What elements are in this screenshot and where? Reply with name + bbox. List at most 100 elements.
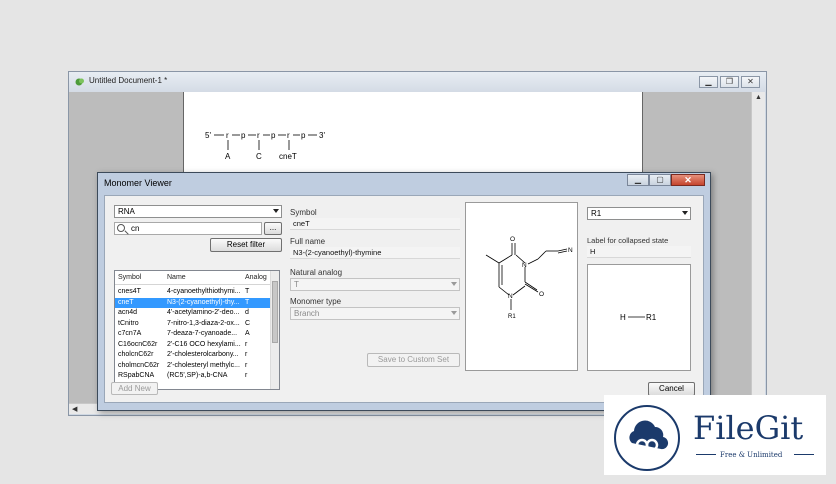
full-name-label: Full name xyxy=(290,237,326,246)
table-row[interactable]: RSpabCNA (RC5',SP)-a,b-CNA r xyxy=(115,371,271,382)
row-symbol: C16ocnC62r xyxy=(118,340,158,348)
row-symbol: acn4d xyxy=(118,309,138,316)
full-name-field[interactable]: N3-(2-cyanoethyl)-thymine xyxy=(290,247,460,259)
monomer-table[interactable]: Symbol Name Analog cnes4T 4-cyanoethylth… xyxy=(114,270,280,390)
minimize-button[interactable]: ▁ xyxy=(699,76,718,88)
table-row[interactable]: acn4d 4'-acetylamino-2'-deo... d xyxy=(115,308,271,319)
base-label-a: A xyxy=(225,152,231,161)
polymer-type-select[interactable]: RNA xyxy=(114,205,282,218)
column-header-symbol[interactable]: Symbol xyxy=(118,271,166,285)
add-new-button[interactable]: Add New xyxy=(111,382,158,395)
base-label-c: C xyxy=(256,152,262,161)
table-header: Symbol Name Analog xyxy=(115,271,271,285)
r-group-select[interactable]: R1 xyxy=(587,207,691,220)
molecule-structure: O N O N N R1 xyxy=(485,236,573,320)
table-row[interactable]: c7cn7A 7-deaza-7-cyanoade... A xyxy=(115,329,271,340)
row-analog: d xyxy=(245,309,249,316)
atom-r1: R1 xyxy=(508,314,516,320)
monomer-type-select[interactable]: Branch xyxy=(290,307,460,320)
row-symbol: tCnitro xyxy=(118,319,139,327)
r-group-structure: H R1 xyxy=(587,264,691,371)
backbone-r-1: r xyxy=(226,131,229,140)
atom-o1: O xyxy=(510,236,515,243)
tagline-rule-left xyxy=(696,454,716,455)
natural-analog-value: T xyxy=(294,280,299,289)
row-analog: C xyxy=(245,319,251,327)
atom-n1: N xyxy=(522,262,527,269)
cancel-button[interactable]: Cancel xyxy=(648,382,695,396)
document-titlebar: Untitled Document-1 * ▁ ❐ ✕ xyxy=(69,72,766,92)
collapsed-state-field[interactable]: H xyxy=(587,246,691,258)
search-value: cn xyxy=(131,224,140,233)
chevron-down-icon xyxy=(273,209,279,213)
scroll-left-icon[interactable]: ◀ xyxy=(72,405,77,413)
r-group-drawing: H R1 xyxy=(620,313,657,322)
table-row[interactable]: cholmcnC62r 2'-cholesteryl methylc... r xyxy=(115,361,271,372)
table-row[interactable]: tCnitro 7-nitro-1,3-diaza-2-ox... C xyxy=(115,319,271,330)
row-symbol: cneT xyxy=(118,298,134,306)
row-name: 2'-cholesterolcarbony... xyxy=(167,351,239,358)
search-input[interactable]: cn xyxy=(114,222,262,235)
symbol-label: Symbol xyxy=(290,208,317,217)
row-name: (RC5',SP)-a,b-CNA xyxy=(167,372,228,379)
atom-o2: O xyxy=(539,291,544,298)
row-analog: r xyxy=(245,340,248,348)
close-button[interactable]: ✕ xyxy=(741,76,760,88)
cloud-link-icon xyxy=(629,420,669,452)
tagline-rule-right xyxy=(794,454,814,455)
brand-tagline: Free & Unlimited xyxy=(720,451,783,459)
table-row-selected[interactable]: cneT N3-(2-cyanoethyl)-thy... T xyxy=(115,297,271,308)
scroll-thumb[interactable] xyxy=(272,281,278,343)
three-prime-label: 3' xyxy=(319,131,325,140)
natural-analog-label: Natural analog xyxy=(290,268,343,277)
row-name: 7-nitro-1,3-diaza-2-ox... xyxy=(167,319,240,327)
natural-analog-select[interactable]: T xyxy=(290,278,460,291)
dialog-minimize-button[interactable]: ▁ xyxy=(627,174,649,186)
search-icon xyxy=(117,224,125,232)
r-group-label-r1: R1 xyxy=(646,313,657,322)
backbone-p-1: p xyxy=(241,131,246,140)
row-symbol: cnes4T xyxy=(118,288,141,295)
row-symbol: cholmcnC62r xyxy=(118,361,160,369)
chevron-down-icon xyxy=(682,211,688,215)
chevron-down-icon xyxy=(451,311,457,315)
row-analog: T xyxy=(245,298,250,306)
row-name: 2'-cholesteryl methylc... xyxy=(167,361,240,369)
table-row[interactable]: cnes4T 4-cyanoethylthiothymi... T xyxy=(115,287,271,298)
table-scrollbar[interactable] xyxy=(270,271,279,389)
symbol-field[interactable]: cneT xyxy=(290,218,460,230)
filegit-watermark: FileGit Free & Unlimited xyxy=(604,395,826,475)
document-title: Untitled Document-1 * xyxy=(89,76,168,85)
monomer-viewer-dialog: Monomer Viewer ▁ ▢ ✕ RNA cn ... Reset fi… xyxy=(97,172,711,411)
base-label-cnet: cneT xyxy=(279,152,297,161)
table-row[interactable]: C16ocnC62r 2'-C16 OCO hexylami... r xyxy=(115,340,271,351)
row-analog: r xyxy=(245,351,248,358)
dialog-maximize-button[interactable]: ▢ xyxy=(649,174,671,186)
browse-button[interactable]: ... xyxy=(264,222,282,235)
row-analog: r xyxy=(245,361,248,369)
save-to-custom-set-button[interactable]: Save to Custom Set xyxy=(367,353,460,367)
row-analog: r xyxy=(245,372,248,379)
document-vertical-scrollbar[interactable]: ▲ xyxy=(751,92,765,405)
reset-filter-button[interactable]: Reset filter xyxy=(210,238,282,252)
dialog-title: Monomer Viewer xyxy=(104,178,172,188)
row-name: 2'-C16 OCO hexylami... xyxy=(167,340,241,348)
filegit-logo xyxy=(614,405,680,471)
maximize-button[interactable]: ❐ xyxy=(720,76,739,88)
scroll-up-icon[interactable]: ▲ xyxy=(755,94,762,101)
monomer-type-label: Monomer type xyxy=(290,297,342,306)
atom-n2: N xyxy=(508,293,513,300)
row-name: N3-(2-cyanoethyl)-thy... xyxy=(167,298,240,306)
column-header-analog[interactable]: Analog xyxy=(245,271,269,285)
monomer-type-value: Branch xyxy=(294,309,320,318)
chevron-down-icon xyxy=(451,282,457,286)
backbone-p-3: p xyxy=(301,131,306,140)
backbone-r-2: r xyxy=(257,131,260,140)
column-header-name[interactable]: Name xyxy=(167,271,242,285)
dialog-close-button[interactable]: ✕ xyxy=(671,174,705,186)
table-row[interactable]: cholcnC62r 2'-cholesterolcarbony... r xyxy=(115,350,271,361)
backbone-r-3: r xyxy=(287,131,290,140)
row-name: 7-deaza-7-cyanoade... xyxy=(167,330,238,337)
brand-name: FileGit xyxy=(693,409,804,447)
structure-preview: O N O N N R1 xyxy=(465,202,578,371)
